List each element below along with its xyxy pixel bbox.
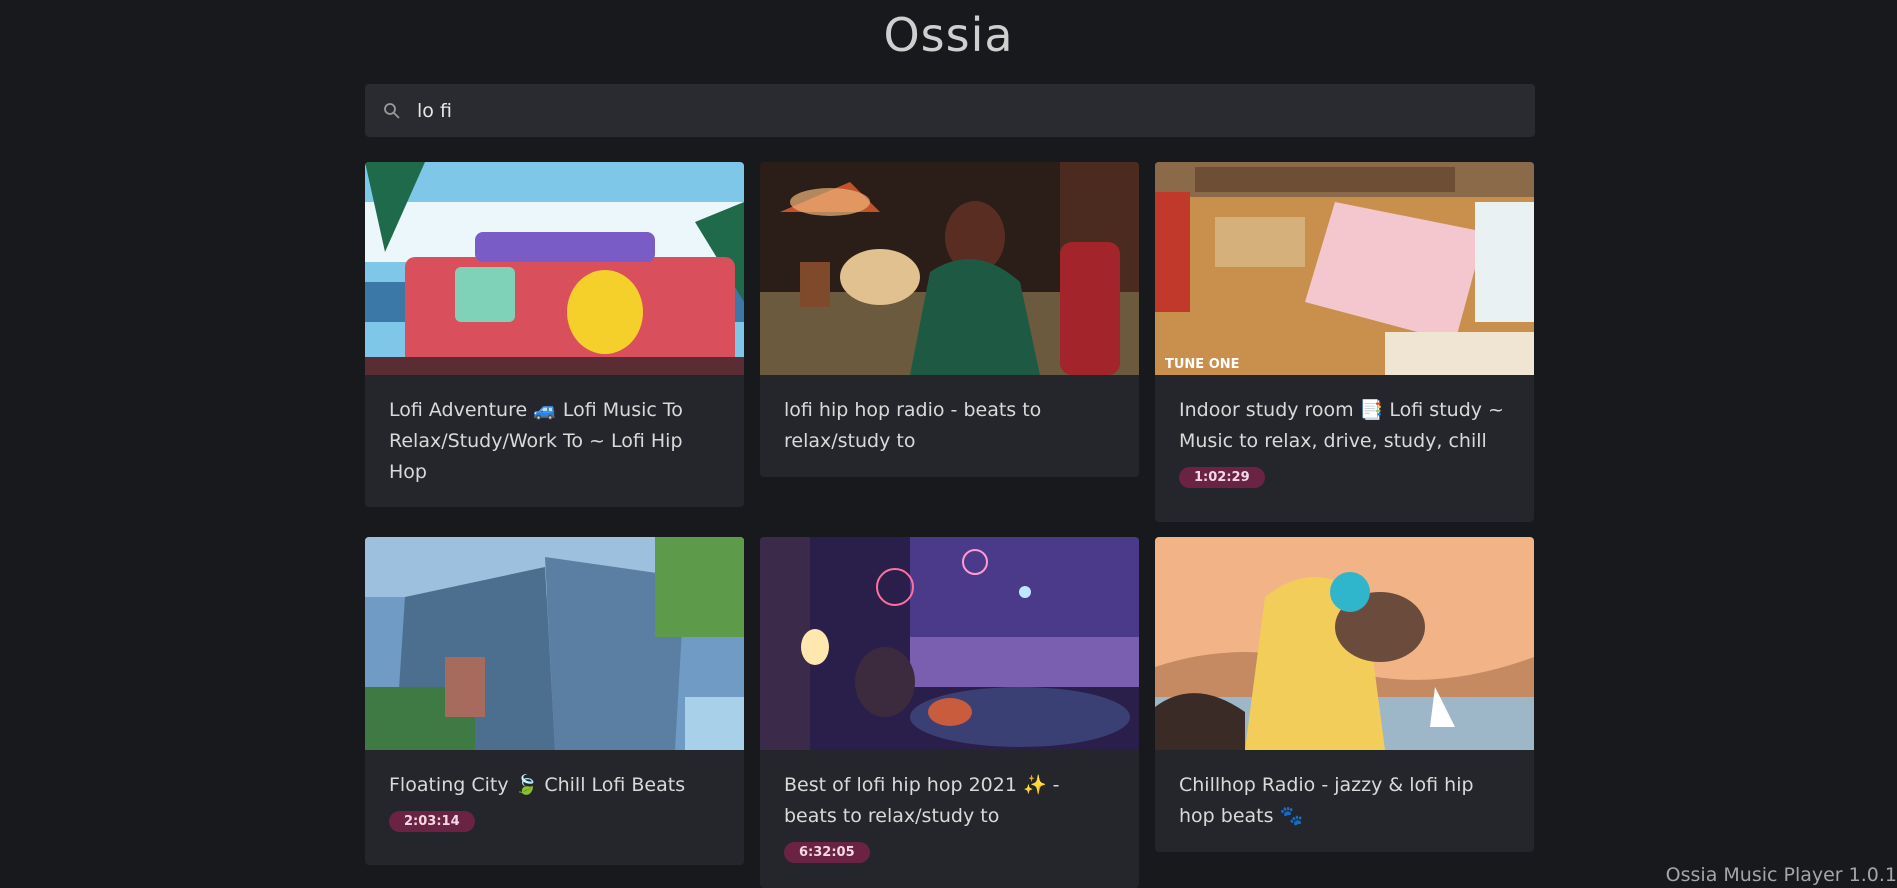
result-thumbnail[interactable] [1155,537,1534,750]
duration-badge: 2:03:14 [389,811,475,832]
search-icon [383,102,401,120]
result-title: Chillhop Radio - jazzy & lofi hip hop be… [1179,774,1474,827]
result-thumbnail[interactable] [760,162,1139,375]
thumbnail-watermark: TUNE ONE [1165,357,1240,372]
result-card[interactable]: Lofi Adventure 🚙 Lofi Music To Relax/Stu… [365,162,744,507]
app-version: Ossia Music Player 1.0.1 [1665,864,1897,886]
duration-badge: 6:32:05 [784,842,870,863]
result-card[interactable]: TUNE ONE Indoor study room 📑 Lofi study … [1155,162,1534,522]
result-thumbnail[interactable] [365,162,744,375]
result-title: Lofi Adventure 🚙 Lofi Music To Relax/Stu… [389,399,683,483]
result-card[interactable]: Chillhop Radio - jazzy & lofi hip hop be… [1155,537,1534,852]
result-title: lofi hip hop radio - beats to relax/stud… [784,399,1042,452]
result-thumbnail[interactable]: TUNE ONE [1155,162,1534,375]
result-title: Floating City 🍃 Chill Lofi Beats [389,774,686,796]
result-card[interactable]: Floating City 🍃 Chill Lofi Beats 2:03:14 [365,537,744,865]
search-input[interactable] [415,98,1419,123]
search-bar[interactable] [365,84,1535,137]
result-title: Indoor study room 📑 Lofi study ~ Music t… [1179,399,1504,452]
result-card[interactable]: Best of lofi hip hop 2021 ✨ - beats to r… [760,537,1139,888]
duration-badge: 1:02:29 [1179,467,1265,488]
result-thumbnail[interactable] [760,537,1139,750]
app-logo: Ossia [883,8,1014,62]
result-card[interactable]: lofi hip hop radio - beats to relax/stud… [760,162,1139,477]
result-thumbnail[interactable] [365,537,744,750]
result-title: Best of lofi hip hop 2021 ✨ - beats to r… [784,774,1060,827]
